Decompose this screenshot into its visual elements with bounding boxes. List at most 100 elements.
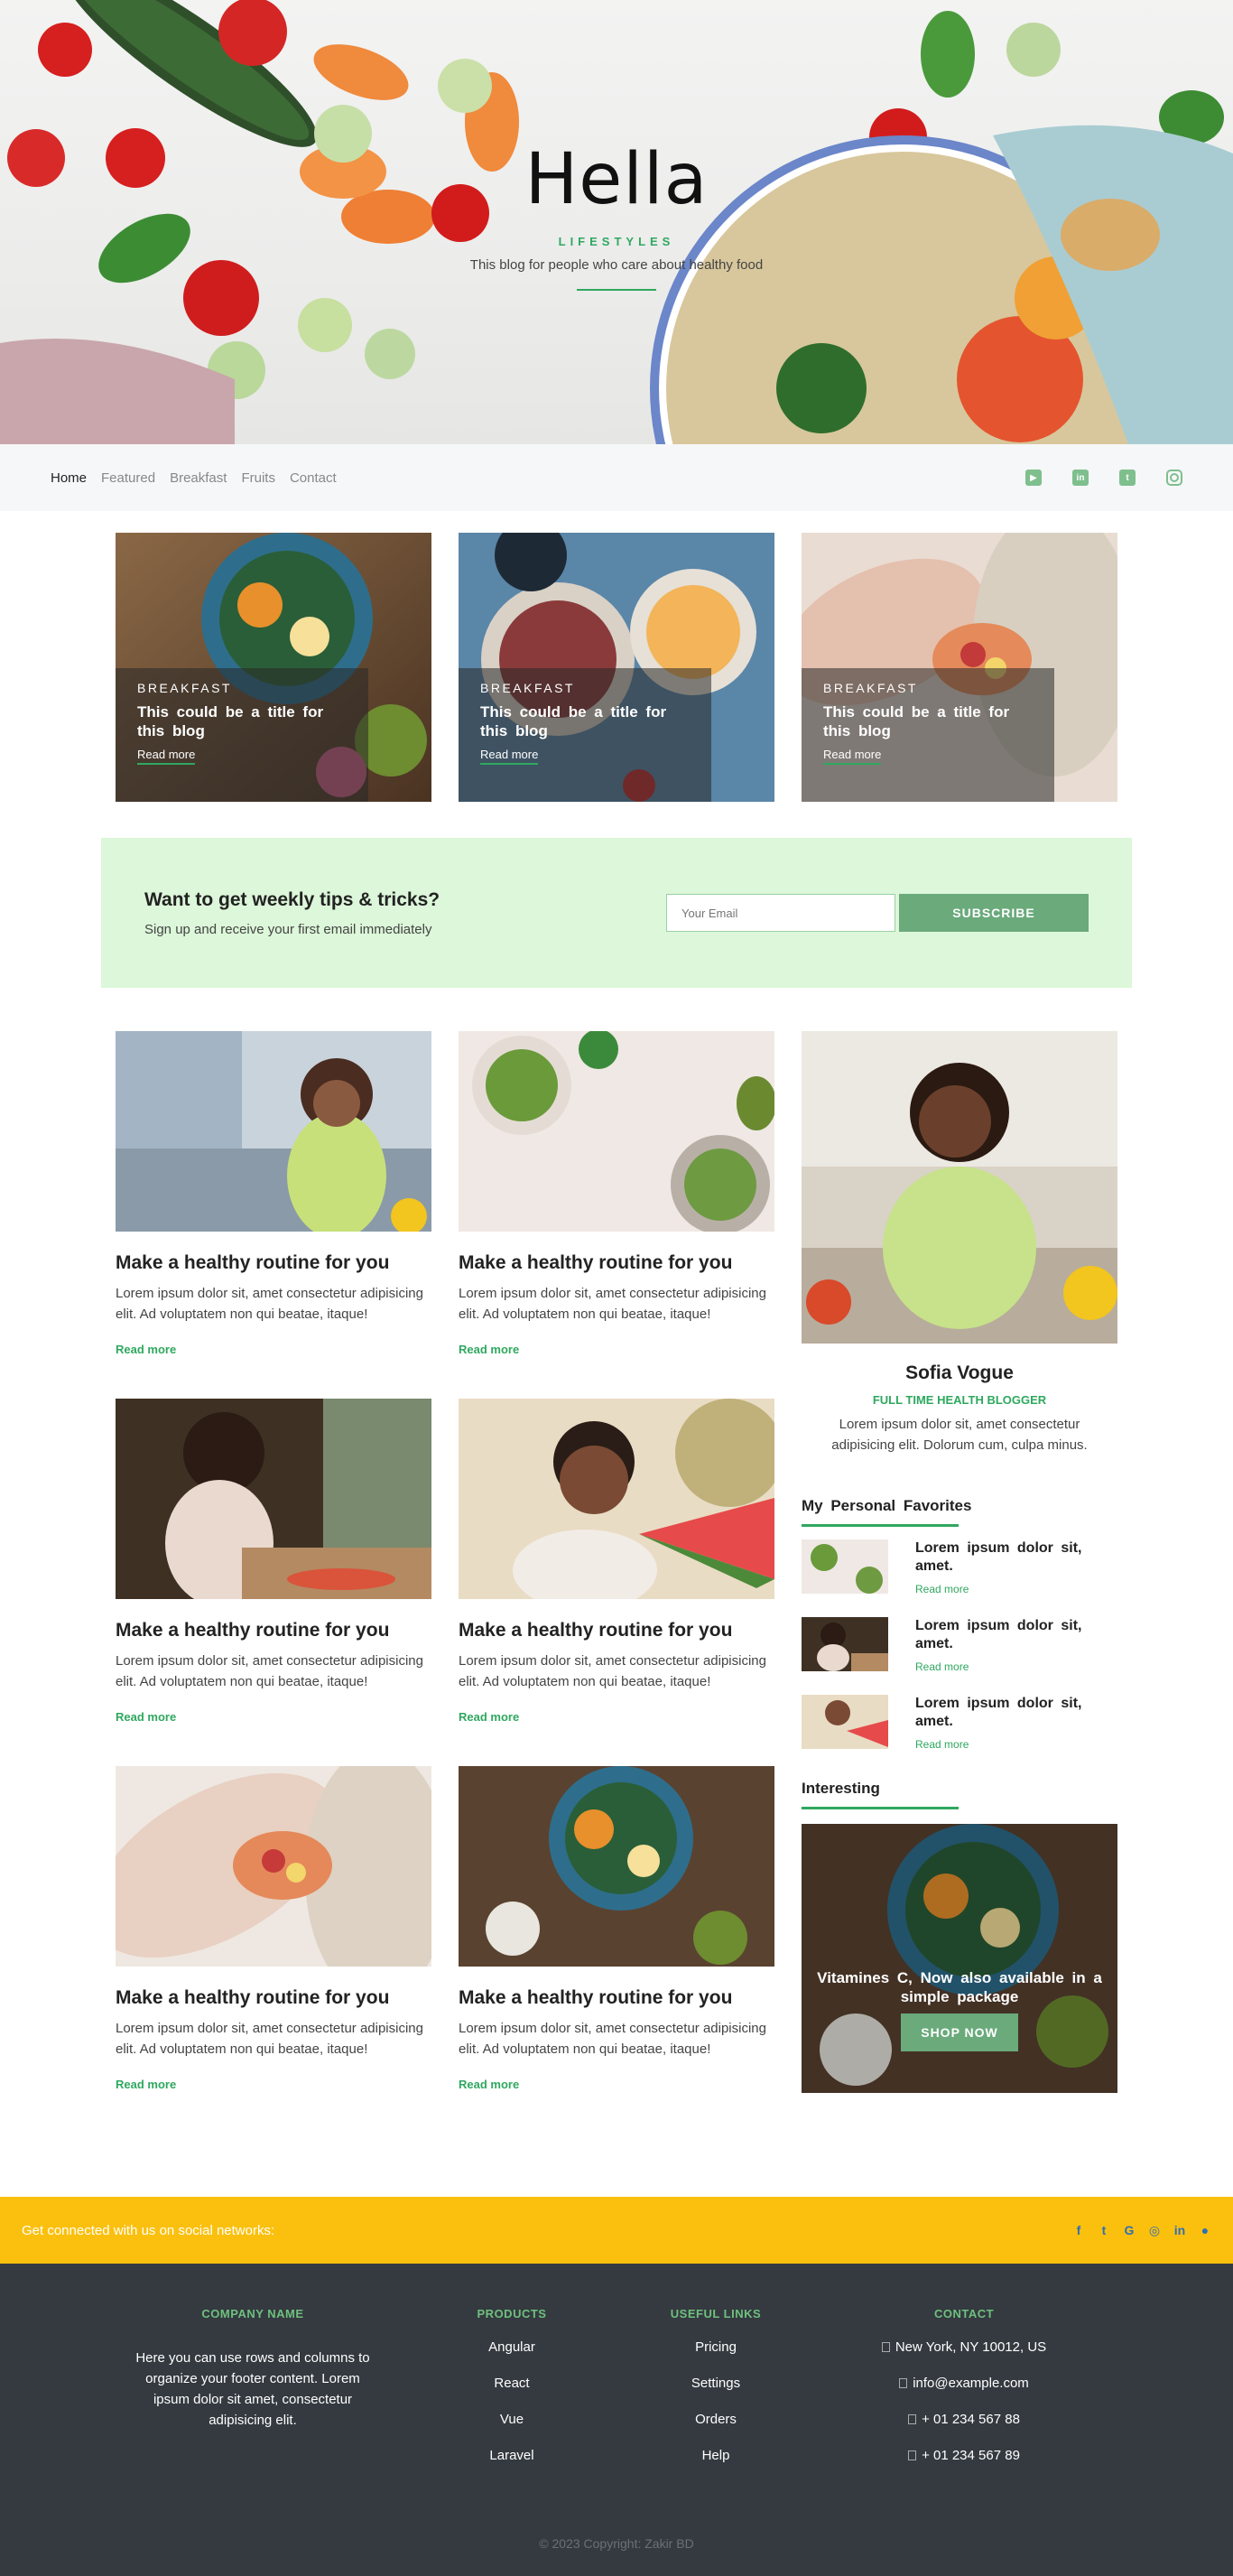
promo-text: Vitamines C, Now also available in a sim…: [817, 1969, 1102, 2005]
featured-card[interactable]: BREAKFAST This could be a title for this…: [459, 533, 774, 802]
post-image[interactable]: [116, 1031, 431, 1239]
footer-contact-fax[interactable]: + 01 234 567 89: [838, 2448, 1090, 2465]
favorite-thumbnail[interactable]: [802, 1539, 888, 1594]
footer-contact-fax-text: + 01 234 567 89: [922, 2448, 1020, 2463]
nav-link-home[interactable]: Home: [51, 470, 87, 486]
footer-useful-link[interactable]: Pricing: [630, 2339, 802, 2357]
favorite-title[interactable]: Lorem ipsum dolor sit, amet.: [915, 1617, 1087, 1653]
site-subtitle: LIFESTYLES: [558, 235, 675, 248]
print-icon: [908, 2450, 917, 2460]
post-title[interactable]: Make a healthy routine for you: [116, 1987, 431, 2009]
featured-card-read-more[interactable]: Read more: [137, 748, 196, 765]
post-image[interactable]: [459, 1766, 774, 1967]
post-read-more[interactable]: Read more: [116, 2078, 431, 2091]
footer-contact-heading: CONTACT: [933, 2307, 995, 2320]
nav-link-breakfast[interactable]: Breakfast: [170, 470, 227, 486]
post-image[interactable]: [116, 1399, 431, 1606]
facebook-icon[interactable]: f: [1072, 2223, 1085, 2238]
post-title[interactable]: Make a healthy routine for you: [459, 1620, 774, 1641]
post-card: Make a healthy routine for you Lorem ips…: [459, 1399, 783, 1766]
post-image[interactable]: [92, 1748, 450, 2001]
nav-social-links: ▶ in t: [1025, 470, 1182, 486]
favorite-thumbnail[interactable]: [802, 1617, 888, 1671]
favorite-read-more[interactable]: Read more: [915, 1583, 1087, 1595]
post-title[interactable]: Make a healthy routine for you: [459, 1252, 774, 1274]
nav-link-contact[interactable]: Contact: [290, 470, 337, 486]
favorite-item: Lorem ipsum dolor sit, amet. Read more: [802, 1695, 1117, 1772]
footer-company-column: COMPANY NAME Here you can use rows and c…: [126, 2307, 379, 2465]
site-description: This blog for people who care about heal…: [469, 257, 764, 273]
sidebar: Sofia Vogue FULL TIME HEALTH BLOGGER Lor…: [802, 1031, 1117, 2134]
post-card: Make a healthy routine for you Lorem ips…: [116, 1399, 431, 1766]
email-input[interactable]: [666, 894, 895, 932]
featured-card-read-more[interactable]: Read more: [480, 748, 539, 765]
post-title[interactable]: Make a healthy routine for you: [116, 1620, 431, 1641]
social-bar: Get connected with us on social networks…: [0, 2197, 1233, 2264]
footer-product-link[interactable]: Laravel: [426, 2448, 598, 2465]
featured-card[interactable]: BREAKFAST This could be a title for this…: [116, 533, 431, 802]
twitter-icon[interactable]: t: [1098, 2223, 1110, 2238]
featured-card-title: This could be a title for this blog: [137, 703, 324, 739]
post-title[interactable]: Make a healthy routine for you: [116, 1252, 431, 1274]
favorite-read-more[interactable]: Read more: [915, 1738, 1087, 1751]
twitter-icon[interactable]: t: [1119, 470, 1136, 486]
featured-card-read-more[interactable]: Read more: [823, 748, 882, 765]
footer-product-link[interactable]: Vue: [426, 2412, 598, 2429]
footer-useful-link[interactable]: Orders: [630, 2412, 802, 2429]
shop-now-button[interactable]: SHOP NOW: [901, 2013, 1018, 2051]
post-card: Make a healthy routine for you Lorem ips…: [459, 1029, 776, 1399]
post-excerpt: Lorem ipsum dolor sit, amet consectetur …: [116, 1286, 423, 1322]
promo-card: Vitamines C, Now also available in a sim…: [802, 1824, 1117, 2093]
footer-contact-column: CONTACT New York, NY 10012, US info@exam…: [838, 2307, 1090, 2465]
nav-link-featured[interactable]: Featured: [101, 470, 155, 486]
post-excerpt: Lorem ipsum dolor sit, amet consectetur …: [459, 1653, 766, 1689]
footer-useful-link[interactable]: Settings: [630, 2376, 802, 2393]
favorite-read-more[interactable]: Read more: [915, 1660, 1087, 1673]
favorite-title[interactable]: Lorem ipsum dolor sit, amet.: [915, 1539, 1087, 1576]
footer-useful-link[interactable]: Help: [630, 2448, 802, 2465]
youtube-icon[interactable]: ▶: [1025, 470, 1042, 486]
nav-link-fruits[interactable]: Fruits: [241, 470, 275, 486]
google-icon[interactable]: G: [1123, 2223, 1136, 2238]
favorite-title[interactable]: Lorem ipsum dolor sit, amet.: [915, 1695, 1087, 1731]
post-read-more[interactable]: Read more: [116, 1343, 431, 1356]
linkedin-icon[interactable]: in: [1173, 2223, 1186, 2238]
footer-contact-phone[interactable]: + 01 234 567 88: [838, 2412, 1090, 2429]
github-icon[interactable]: ●: [1199, 2223, 1211, 2238]
hero-divider: [577, 289, 656, 291]
post-title[interactable]: Make a healthy routine for you: [459, 1987, 774, 2009]
instagram-icon[interactable]: ◎: [1148, 2223, 1161, 2238]
newsletter-form: SUBSCRIBE: [666, 894, 1089, 932]
hero-banner: Hella LIFESTYLES This blog for people wh…: [0, 0, 1233, 444]
post-card: Make a healthy routine for you Lorem ips…: [459, 1766, 774, 2134]
featured-card-overlay: BREAKFAST This could be a title for this…: [116, 668, 368, 802]
footer-links-heading: USEFUL LINKS: [670, 2307, 762, 2320]
post-read-more[interactable]: Read more: [459, 1710, 774, 1724]
main-navbar: Home Featured Breakfast Fruits Contact ▶…: [0, 444, 1233, 511]
footer-product-link[interactable]: Angular: [426, 2339, 598, 2357]
phone-icon: [908, 2414, 917, 2424]
site-footer: COMPANY NAME Here you can use rows and c…: [0, 2264, 1233, 2576]
post-excerpt: Lorem ipsum dolor sit, amet consectetur …: [459, 1286, 766, 1322]
footer-product-link[interactable]: React: [426, 2376, 598, 2393]
favorite-item: Lorem ipsum dolor sit, amet. Read more: [802, 1539, 1117, 1617]
post-read-more[interactable]: Read more: [459, 2078, 774, 2091]
home-icon: [881, 2342, 890, 2352]
post-image[interactable]: [459, 1029, 776, 1234]
favorite-body: Lorem ipsum dolor sit, amet. Read more: [915, 1617, 1087, 1695]
footer-contact-email[interactable]: info@example.com: [838, 2376, 1090, 2393]
newsletter-section: Want to get weekly tips & tricks? Sign u…: [101, 838, 1132, 988]
copyright: © 2023 Copyright: Zakir BD: [539, 2536, 694, 2551]
footer-contact-address-text: New York, NY 10012, US: [895, 2339, 1047, 2355]
post-image[interactable]: [459, 1399, 783, 1611]
post-read-more[interactable]: Read more: [116, 1710, 431, 1724]
favorite-thumbnail[interactable]: [802, 1695, 888, 1749]
footer-contact-address: New York, NY 10012, US: [838, 2339, 1090, 2357]
linkedin-icon[interactable]: in: [1072, 470, 1089, 486]
subscribe-button[interactable]: SUBSCRIBE: [899, 894, 1089, 932]
instagram-icon[interactable]: [1166, 470, 1182, 486]
post-read-more[interactable]: Read more: [459, 1343, 774, 1356]
featured-card[interactable]: BREAKFAST This could be a title for this…: [802, 533, 1117, 802]
social-bar-text: Get connected with us on social networks…: [22, 2222, 275, 2238]
site-title: Hella: [524, 139, 709, 220]
